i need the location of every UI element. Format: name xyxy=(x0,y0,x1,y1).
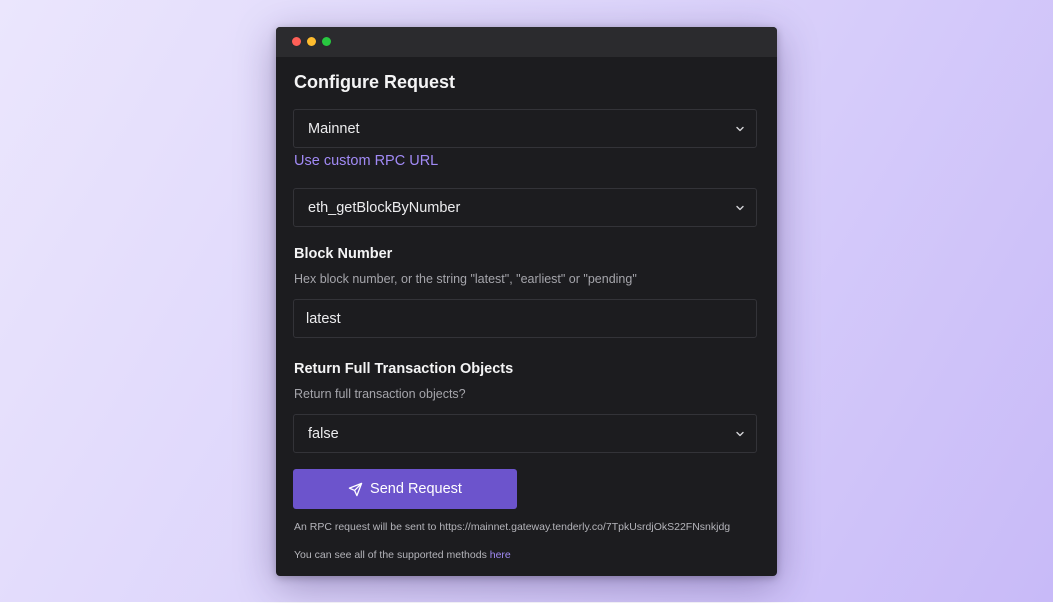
supported-methods-note: You can see all of the supported methods… xyxy=(294,549,511,561)
block-number-value: latest xyxy=(306,310,341,327)
network-select[interactable]: Mainnet xyxy=(293,109,757,148)
chevron-down-icon xyxy=(736,431,744,436)
send-request-button[interactable]: Send Request xyxy=(293,469,517,509)
full-tx-help: Return full transaction objects? xyxy=(294,387,466,401)
supported-methods-link[interactable]: here xyxy=(490,549,511,561)
method-select[interactable]: eth_getBlockByNumber xyxy=(293,188,757,227)
full-tx-select-value: false xyxy=(308,425,339,442)
window-titlebar xyxy=(276,27,777,57)
send-icon xyxy=(348,482,363,496)
chevron-down-icon xyxy=(736,205,744,210)
page-title: Configure Request xyxy=(294,72,456,92)
block-number-label: Block Number xyxy=(294,246,393,262)
full-tx-select[interactable]: false xyxy=(293,414,757,453)
send-request-label: Send Request xyxy=(370,481,462,497)
rpc-endpoint-note: An RPC request will be sent to https://m… xyxy=(294,521,731,533)
zoom-window-dot[interactable] xyxy=(322,37,331,46)
full-tx-label: Return Full Transaction Objects xyxy=(294,361,514,377)
close-window-dot[interactable] xyxy=(292,37,301,46)
chevron-down-icon xyxy=(736,126,744,131)
request-window: Configure Request Mainnet Use custom RPC… xyxy=(276,27,777,576)
custom-rpc-link[interactable]: Use custom RPC URL xyxy=(294,153,438,169)
block-number-input[interactable]: latest xyxy=(293,299,757,338)
method-select-value: eth_getBlockByNumber xyxy=(308,199,461,216)
supported-methods-text: You can see all of the supported methods xyxy=(294,549,490,561)
minimize-window-dot[interactable] xyxy=(307,37,316,46)
network-select-value: Mainnet xyxy=(308,120,360,137)
block-number-help: Hex block number, or the string "latest"… xyxy=(294,272,637,286)
